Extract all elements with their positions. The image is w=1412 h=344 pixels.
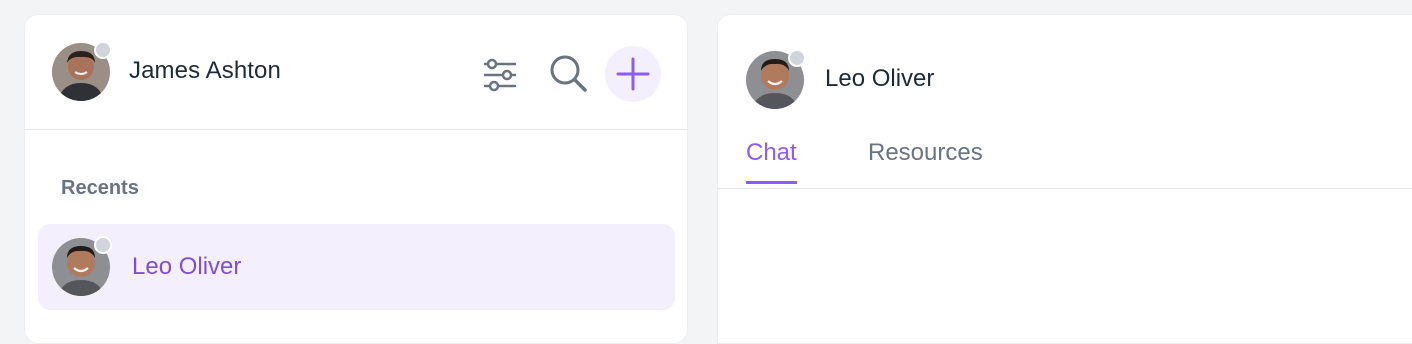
conversation-name: Leo Oliver	[132, 253, 242, 280]
chat-panel: Leo Oliver Chat Resources	[717, 14, 1412, 344]
chat-header: Leo Oliver Chat Resources	[718, 15, 1412, 189]
search-icon	[550, 55, 587, 92]
tab-chat[interactable]: Chat	[746, 139, 797, 184]
conversation-sidebar: James Ashton Recents Leo Oliver	[24, 14, 688, 344]
recents-heading: Recents	[61, 177, 139, 199]
new-conversation-button[interactable]	[605, 46, 661, 102]
contact-avatar	[52, 236, 112, 296]
user-name: James Ashton	[129, 57, 281, 84]
search-button[interactable]	[543, 48, 593, 98]
user-status-dot	[94, 41, 112, 59]
contact-status-dot	[94, 236, 112, 254]
user-avatar[interactable]	[52, 41, 112, 101]
tab-resources[interactable]: Resources	[868, 139, 983, 181]
sidebar-header: James Ashton	[25, 15, 687, 130]
sliders-icon	[483, 58, 517, 92]
chat-contact-avatar[interactable]	[746, 49, 806, 109]
filter-button[interactable]	[477, 52, 523, 98]
chat-contact-status-dot	[788, 49, 806, 67]
conversation-item-leo-oliver[interactable]: Leo Oliver	[38, 224, 675, 310]
chat-contact-name: Leo Oliver	[825, 65, 935, 92]
plus-icon	[616, 57, 650, 91]
